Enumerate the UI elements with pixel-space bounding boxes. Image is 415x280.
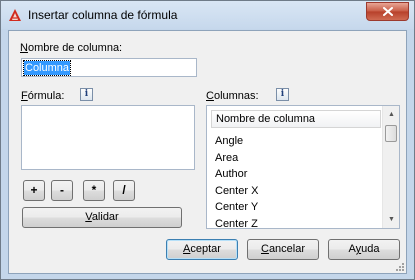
column-name-input[interactable]: Columna (21, 58, 197, 77)
cancel-button[interactable]: Cancelar (247, 239, 319, 260)
scroll-up-arrow-icon[interactable]: ▲ (383, 106, 399, 123)
accept-button[interactable]: Aceptar (166, 239, 238, 260)
dialog-client-area: Nombre de columna: Columna Fórmula: i + … (8, 30, 407, 274)
validate-button[interactable]: Validar (22, 207, 182, 228)
close-button[interactable] (366, 2, 409, 21)
title-bar[interactable]: Insertar columna de fórmula (1, 1, 414, 29)
formula-info-icon[interactable]: i (80, 88, 93, 101)
minus-operator-button[interactable]: - (51, 180, 73, 201)
list-item[interactable]: Area (215, 150, 258, 167)
list-item[interactable]: Center Y (215, 199, 258, 216)
resize-grip-icon[interactable] (394, 261, 404, 271)
formula-label: Fórmula: (21, 90, 65, 102)
columns-listbox[interactable]: Nombre de columna Angle Area Author Cent… (206, 105, 400, 229)
columns-list: Angle Area Author Center X Center Y Cent… (215, 133, 258, 229)
column-header-nombre[interactable]: Nombre de columna (211, 110, 381, 128)
dialog-window: Insertar columna de fórmula Nombre de co… (0, 0, 415, 280)
autocad-red-triangle-icon (9, 9, 21, 21)
columns-info-icon[interactable]: i (276, 88, 289, 101)
help-button[interactable]: Ayuda (328, 239, 400, 260)
columns-label: Columnas: (206, 90, 259, 102)
divide-operator-button[interactable]: / (113, 180, 135, 201)
multiply-operator-button[interactable]: * (83, 180, 105, 201)
column-name-selected-text: Columna (22, 60, 72, 76)
list-item[interactable]: Angle (215, 133, 258, 150)
scroll-thumb[interactable] (385, 125, 397, 142)
window-title: Insertar columna de fórmula (28, 8, 178, 22)
scroll-down-arrow-icon[interactable]: ▼ (383, 211, 399, 228)
x-close-icon (382, 7, 393, 16)
list-item[interactable]: Author (215, 166, 258, 183)
column-name-label: Nombre de columna: (20, 42, 123, 54)
list-item[interactable]: Center X (215, 183, 258, 200)
list-item[interactable]: Center Z (215, 216, 258, 229)
formula-textarea[interactable] (21, 105, 195, 170)
columns-scrollbar[interactable]: ▲ ▼ (382, 106, 399, 228)
plus-operator-button[interactable]: + (23, 180, 45, 201)
